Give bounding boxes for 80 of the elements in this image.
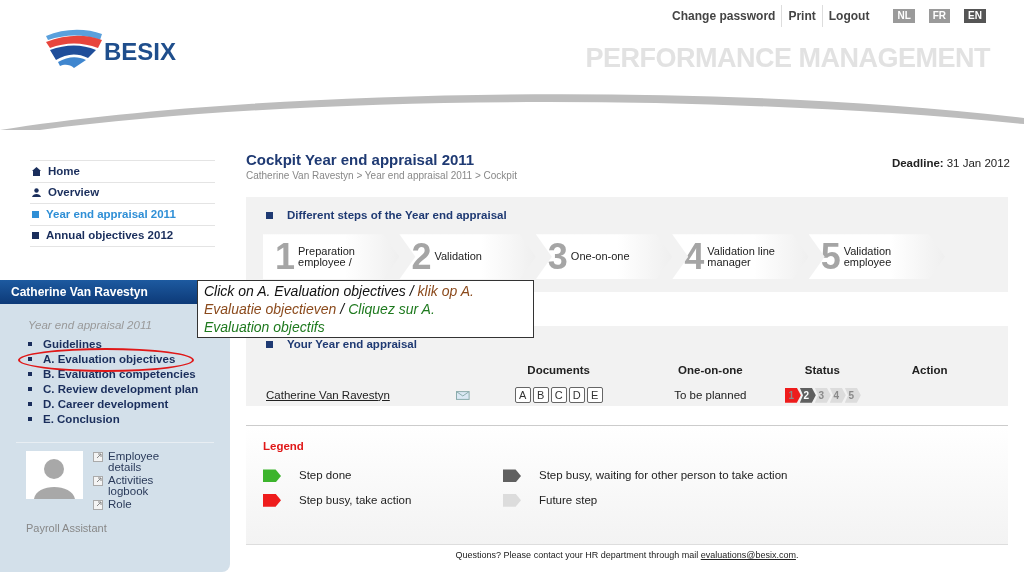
sidebar-link[interactable]: C. Review development plan bbox=[43, 383, 199, 396]
logo-text: BESIX bbox=[104, 40, 177, 64]
person-icon bbox=[32, 188, 41, 198]
bullet-icon bbox=[28, 417, 32, 422]
document-button[interactable]: C bbox=[550, 387, 567, 404]
status-step: 1 bbox=[784, 387, 801, 403]
step-number: 4 bbox=[684, 238, 705, 275]
step-label: Preparation employee / bbox=[298, 245, 356, 268]
envelope-icon[interactable] bbox=[456, 390, 470, 400]
deadline-label: Deadline: bbox=[891, 156, 944, 171]
step-label: One-on-one bbox=[570, 251, 631, 263]
callout-text: Evaluation objectifs bbox=[204, 318, 325, 336]
legend-label: Step busy, take action bbox=[299, 492, 412, 508]
nav-item[interactable]: Year end appraisal 2011 bbox=[30, 204, 215, 226]
header-link[interactable]: Logout bbox=[822, 5, 876, 27]
section-heading: Different steps of the Year end appraisal bbox=[287, 208, 507, 223]
legend-title: Legend bbox=[263, 439, 305, 454]
callout-text: / bbox=[340, 300, 345, 318]
column-header: Status bbox=[803, 363, 841, 379]
sidebar-link[interactable]: A. Evaluation objectives bbox=[43, 353, 176, 366]
step-label: Validation bbox=[434, 251, 483, 263]
page-title: Cockpit Year end appraisal 2011 bbox=[246, 151, 476, 168]
square-icon bbox=[266, 212, 273, 220]
document-button[interactable]: A bbox=[514, 387, 531, 404]
column-header: Action bbox=[910, 363, 949, 379]
footer-text: Questions? Please contact your HR department through mail evaluations@besix.com. bbox=[455, 549, 799, 562]
square-icon bbox=[266, 341, 273, 349]
square-icon bbox=[32, 232, 39, 240]
step-number: 3 bbox=[547, 238, 568, 275]
bullet-icon bbox=[28, 372, 32, 377]
breadcrumb: Catherine Van Ravestyn > Year end appraisal 2011 > Cockpit bbox=[246, 169, 517, 183]
status-step: 5 bbox=[844, 387, 861, 403]
callout-text: Cliquez sur A. bbox=[348, 300, 435, 318]
bullet-icon bbox=[28, 357, 32, 362]
step-number: 2 bbox=[411, 238, 432, 275]
step-number: 1 bbox=[275, 238, 296, 275]
external-link-icon bbox=[93, 500, 103, 511]
nav-item[interactable]: Annual objectives 2012 bbox=[30, 225, 215, 247]
table-cell-text: To be planned bbox=[673, 387, 748, 403]
legend-label: Future step bbox=[539, 492, 598, 508]
avatar-icon bbox=[26, 451, 83, 500]
header-link[interactable]: Change password bbox=[666, 5, 783, 27]
step-label: Validation line manager bbox=[707, 245, 776, 268]
sidebar-action-link[interactable]: Role bbox=[108, 499, 168, 511]
external-link-icon bbox=[93, 452, 103, 463]
status-step: 2 bbox=[799, 387, 816, 403]
step-label: Validation employee bbox=[843, 245, 893, 268]
sidebar-link[interactable]: B. Evaluation competencies bbox=[43, 368, 196, 381]
sidebar-action-link[interactable]: Activities logbook bbox=[108, 475, 168, 498]
logo-icon bbox=[44, 28, 102, 68]
role-text: Payroll Assistant bbox=[26, 521, 108, 537]
document-button[interactable]: B bbox=[532, 387, 549, 404]
header-link[interactable]: Print bbox=[782, 5, 823, 27]
bullet-icon bbox=[28, 342, 32, 347]
bullet-icon bbox=[28, 387, 32, 392]
document-button[interactable]: E bbox=[586, 387, 603, 404]
section-heading: Your Year end appraisal bbox=[287, 337, 417, 352]
sidebar-link[interactable]: Guidelines bbox=[43, 338, 102, 351]
email-link[interactable]: evaluations@besix.com bbox=[700, 550, 796, 560]
legend-label: Step done bbox=[299, 468, 352, 484]
bullet-icon bbox=[28, 402, 32, 407]
sidebar-action-link[interactable]: Employee details bbox=[108, 451, 168, 474]
deadline-date: 31 Jan 2012 bbox=[946, 156, 1010, 171]
column-header: One-on-one bbox=[677, 363, 744, 379]
sidebar-link[interactable]: D. Career development bbox=[43, 398, 169, 411]
external-link-icon bbox=[93, 476, 103, 487]
status-step: 4 bbox=[829, 387, 846, 403]
home-icon bbox=[32, 166, 41, 176]
nav-item[interactable]: Overview bbox=[30, 182, 215, 204]
nav-item[interactable]: Home bbox=[30, 161, 215, 183]
language-button[interactable]: EN bbox=[964, 9, 986, 23]
step-number: 5 bbox=[820, 238, 841, 275]
document-button[interactable]: D bbox=[568, 387, 585, 404]
employee-link[interactable]: Catherine Van Ravestyn bbox=[266, 386, 457, 404]
square-icon bbox=[32, 210, 39, 218]
sidebar-link[interactable]: E. Conclusion bbox=[43, 413, 120, 426]
status-step: 3 bbox=[814, 387, 831, 403]
callout-text: klik op A. bbox=[417, 282, 474, 300]
column-header: Documents bbox=[526, 363, 591, 379]
legend-label: Step busy, waiting for other person to take action bbox=[539, 468, 788, 484]
